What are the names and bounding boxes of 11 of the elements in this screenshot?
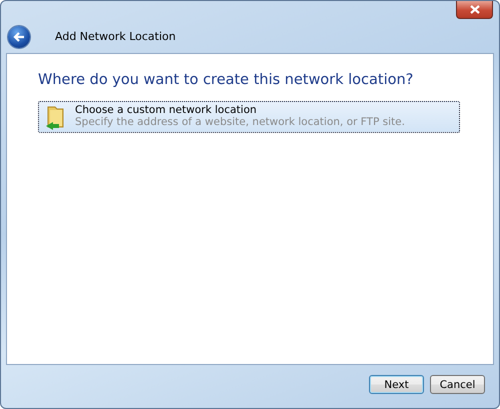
close-button[interactable] (456, 1, 493, 19)
close-icon (470, 5, 480, 14)
dialog-button[interactable]: Next (369, 375, 424, 394)
option-item[interactable]: Choose a custom network location Specify the address of a website, network location, or FTP site. (38, 101, 460, 133)
back-button[interactable] (8, 26, 30, 48)
option-title: Choose a custom network location (75, 104, 258, 116)
page-heading: Where do you want to create this network location? (38, 72, 414, 88)
window-title: Add Network Location (55, 30, 176, 43)
back-arrow-icon (13, 32, 25, 42)
dialog-button[interactable]: Cancel (430, 375, 485, 394)
option-description: Specify the address of a website, network location, or FTP site. (75, 116, 405, 128)
